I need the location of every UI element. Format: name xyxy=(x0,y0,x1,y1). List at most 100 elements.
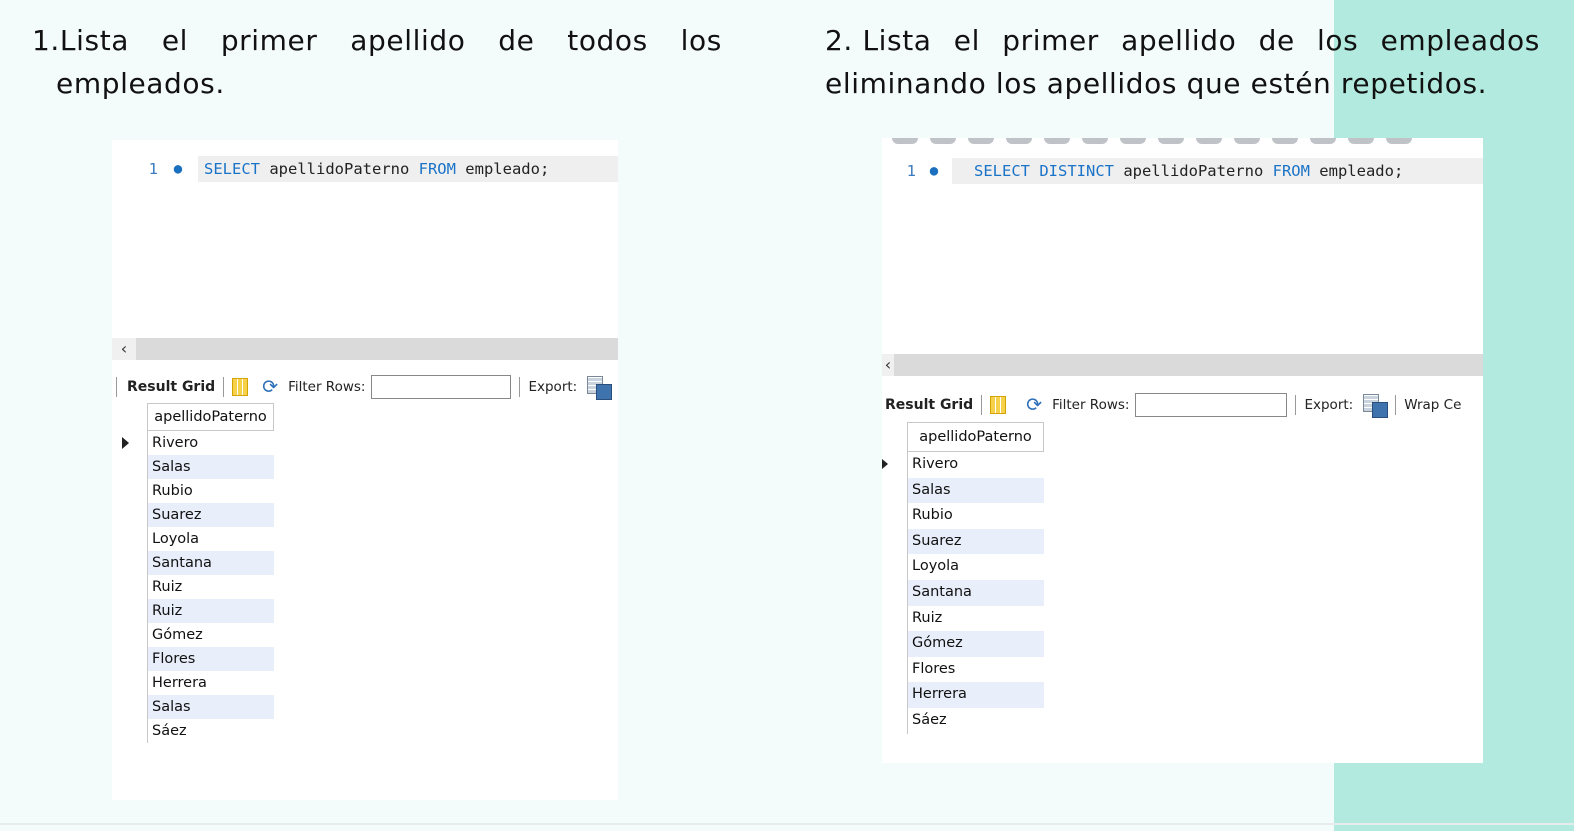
table-cell[interactable]: Suarez xyxy=(908,528,1044,555)
row-header[interactable] xyxy=(882,656,908,683)
table-row[interactable]: Herrera xyxy=(882,682,1044,708)
row-header[interactable] xyxy=(112,623,148,647)
table-cell[interactable]: Flores xyxy=(148,647,274,671)
table-row[interactable]: Sáez xyxy=(112,719,274,743)
table-cell[interactable]: Loyola xyxy=(148,527,274,551)
row-header[interactable] xyxy=(112,431,148,455)
bottom-divider xyxy=(0,823,1574,825)
row-header[interactable] xyxy=(112,527,148,551)
table-cell[interactable]: Ruiz xyxy=(148,599,274,623)
table-cell[interactable]: Ruiz xyxy=(908,606,1044,632)
table-row[interactable]: Flores xyxy=(882,656,1044,683)
table-row[interactable]: Salas xyxy=(112,695,274,719)
table-cell[interactable]: Loyola xyxy=(908,554,1044,580)
chevron-left-icon[interactable]: ‹ xyxy=(882,354,894,376)
table-cell[interactable]: Rivero xyxy=(908,452,1044,478)
form-view-icon[interactable] xyxy=(990,396,1007,414)
table-cell[interactable]: Herrera xyxy=(908,682,1044,708)
table-row[interactable]: Suarez xyxy=(882,528,1044,555)
row-header[interactable] xyxy=(882,605,908,632)
table-row[interactable]: Rubio xyxy=(882,503,1044,529)
row-header[interactable] xyxy=(112,455,148,479)
table-row[interactable]: Salas xyxy=(112,455,274,479)
table-cell[interactable]: Suarez xyxy=(148,503,274,527)
filter-rows-input[interactable] xyxy=(371,375,512,399)
table-row[interactable]: Salas xyxy=(882,477,1044,504)
table-row[interactable]: Loyola xyxy=(112,527,274,551)
filter-rows-input[interactable] xyxy=(1135,393,1288,417)
refresh-icon[interactable]: ⟳ xyxy=(262,376,278,398)
heading-word: primer xyxy=(1002,24,1099,57)
table-cell[interactable]: Santana xyxy=(148,551,274,575)
sql-editor-line[interactable]: 1 ● SELECT DISTINCT apellidoPaterno FROM… xyxy=(882,158,1483,184)
line-number: 1 xyxy=(148,160,158,178)
table-cell[interactable]: Gómez xyxy=(908,631,1044,657)
table-row[interactable]: Rubio xyxy=(112,479,274,503)
row-header[interactable] xyxy=(882,682,908,708)
table-row[interactable]: Suarez xyxy=(112,503,274,527)
table-row[interactable]: Herrera xyxy=(112,671,274,695)
horizontal-scrollbar[interactable]: ‹ xyxy=(112,338,618,360)
row-header[interactable] xyxy=(882,528,908,555)
table-row[interactable]: Flores xyxy=(112,647,274,671)
export-icon[interactable] xyxy=(587,376,613,400)
table-row[interactable]: Gómez xyxy=(882,631,1044,657)
form-view-icon[interactable] xyxy=(232,378,249,396)
horizontal-scrollbar[interactable]: ‹ xyxy=(882,354,1483,376)
table-cell[interactable]: Salas xyxy=(148,455,274,479)
row-header[interactable] xyxy=(882,503,908,529)
table-row[interactable]: Ruiz xyxy=(112,575,274,599)
table-cell[interactable]: Rubio xyxy=(908,503,1044,529)
chevron-left-icon[interactable]: ‹ xyxy=(112,338,136,360)
table-row[interactable]: Rivero xyxy=(112,431,274,455)
table-cell[interactable]: Gómez xyxy=(148,623,274,647)
grid-header-row: apellidoPaterno xyxy=(882,422,1044,452)
result-grid-tab[interactable]: Result Grid xyxy=(127,379,215,395)
sql-code: SELECT DISTINCT apellidoPaterno FROM emp… xyxy=(952,158,1483,184)
row-header[interactable] xyxy=(112,671,148,695)
wrap-cell-content-toggle[interactable]: Wrap Ce xyxy=(1404,397,1461,413)
export-label: Export: xyxy=(528,379,578,395)
table-row[interactable]: Gómez xyxy=(112,623,274,647)
row-header[interactable] xyxy=(112,599,148,623)
table-row[interactable]: Sáez xyxy=(882,707,1044,734)
row-header[interactable] xyxy=(882,554,908,580)
table-cell[interactable]: Ruiz xyxy=(148,575,274,599)
column-header[interactable]: apellidoPaterno xyxy=(148,403,274,431)
sql-editor-line[interactable]: 1 ● SELECT apellidoPaterno FROM empleado… xyxy=(112,156,618,182)
table-row[interactable]: Ruiz xyxy=(882,605,1044,632)
row-header[interactable] xyxy=(112,719,148,743)
sql-keyword: SELECT xyxy=(204,160,260,178)
table-row[interactable]: Santana xyxy=(112,551,274,575)
row-header[interactable] xyxy=(112,503,148,527)
export-icon[interactable] xyxy=(1363,394,1389,418)
table-cell[interactable]: Sáez xyxy=(908,708,1044,734)
row-header[interactable] xyxy=(112,551,148,575)
table-row[interactable]: Santana xyxy=(882,579,1044,606)
row-header[interactable] xyxy=(882,707,908,734)
table-row[interactable]: Loyola xyxy=(882,554,1044,580)
row-header[interactable] xyxy=(112,479,148,503)
table-cell[interactable]: Rubio xyxy=(148,479,274,503)
row-header[interactable] xyxy=(112,647,148,671)
heading-word: de xyxy=(1258,24,1295,57)
row-header[interactable] xyxy=(112,575,148,599)
table-cell[interactable]: Herrera xyxy=(148,671,274,695)
row-header[interactable] xyxy=(882,579,908,606)
row-header[interactable] xyxy=(882,452,908,478)
table-cell[interactable]: Salas xyxy=(908,477,1044,504)
table-cell[interactable]: Sáez xyxy=(148,719,274,743)
refresh-icon[interactable]: ⟳ xyxy=(1026,394,1042,416)
heading-word: todos xyxy=(567,24,648,57)
table-cell[interactable]: Santana xyxy=(908,579,1044,606)
table-cell[interactable]: Flores xyxy=(908,657,1044,683)
row-header[interactable] xyxy=(112,695,148,719)
table-row[interactable]: Rivero xyxy=(882,452,1044,478)
result-grid-tab[interactable]: Result Grid xyxy=(885,397,973,413)
row-header[interactable] xyxy=(882,477,908,504)
row-header[interactable] xyxy=(882,631,908,657)
column-header[interactable]: apellidoPaterno xyxy=(908,422,1044,452)
table-cell[interactable]: Rivero xyxy=(148,431,274,455)
table-cell[interactable]: Salas xyxy=(148,695,274,719)
table-row[interactable]: Ruiz xyxy=(112,599,274,623)
